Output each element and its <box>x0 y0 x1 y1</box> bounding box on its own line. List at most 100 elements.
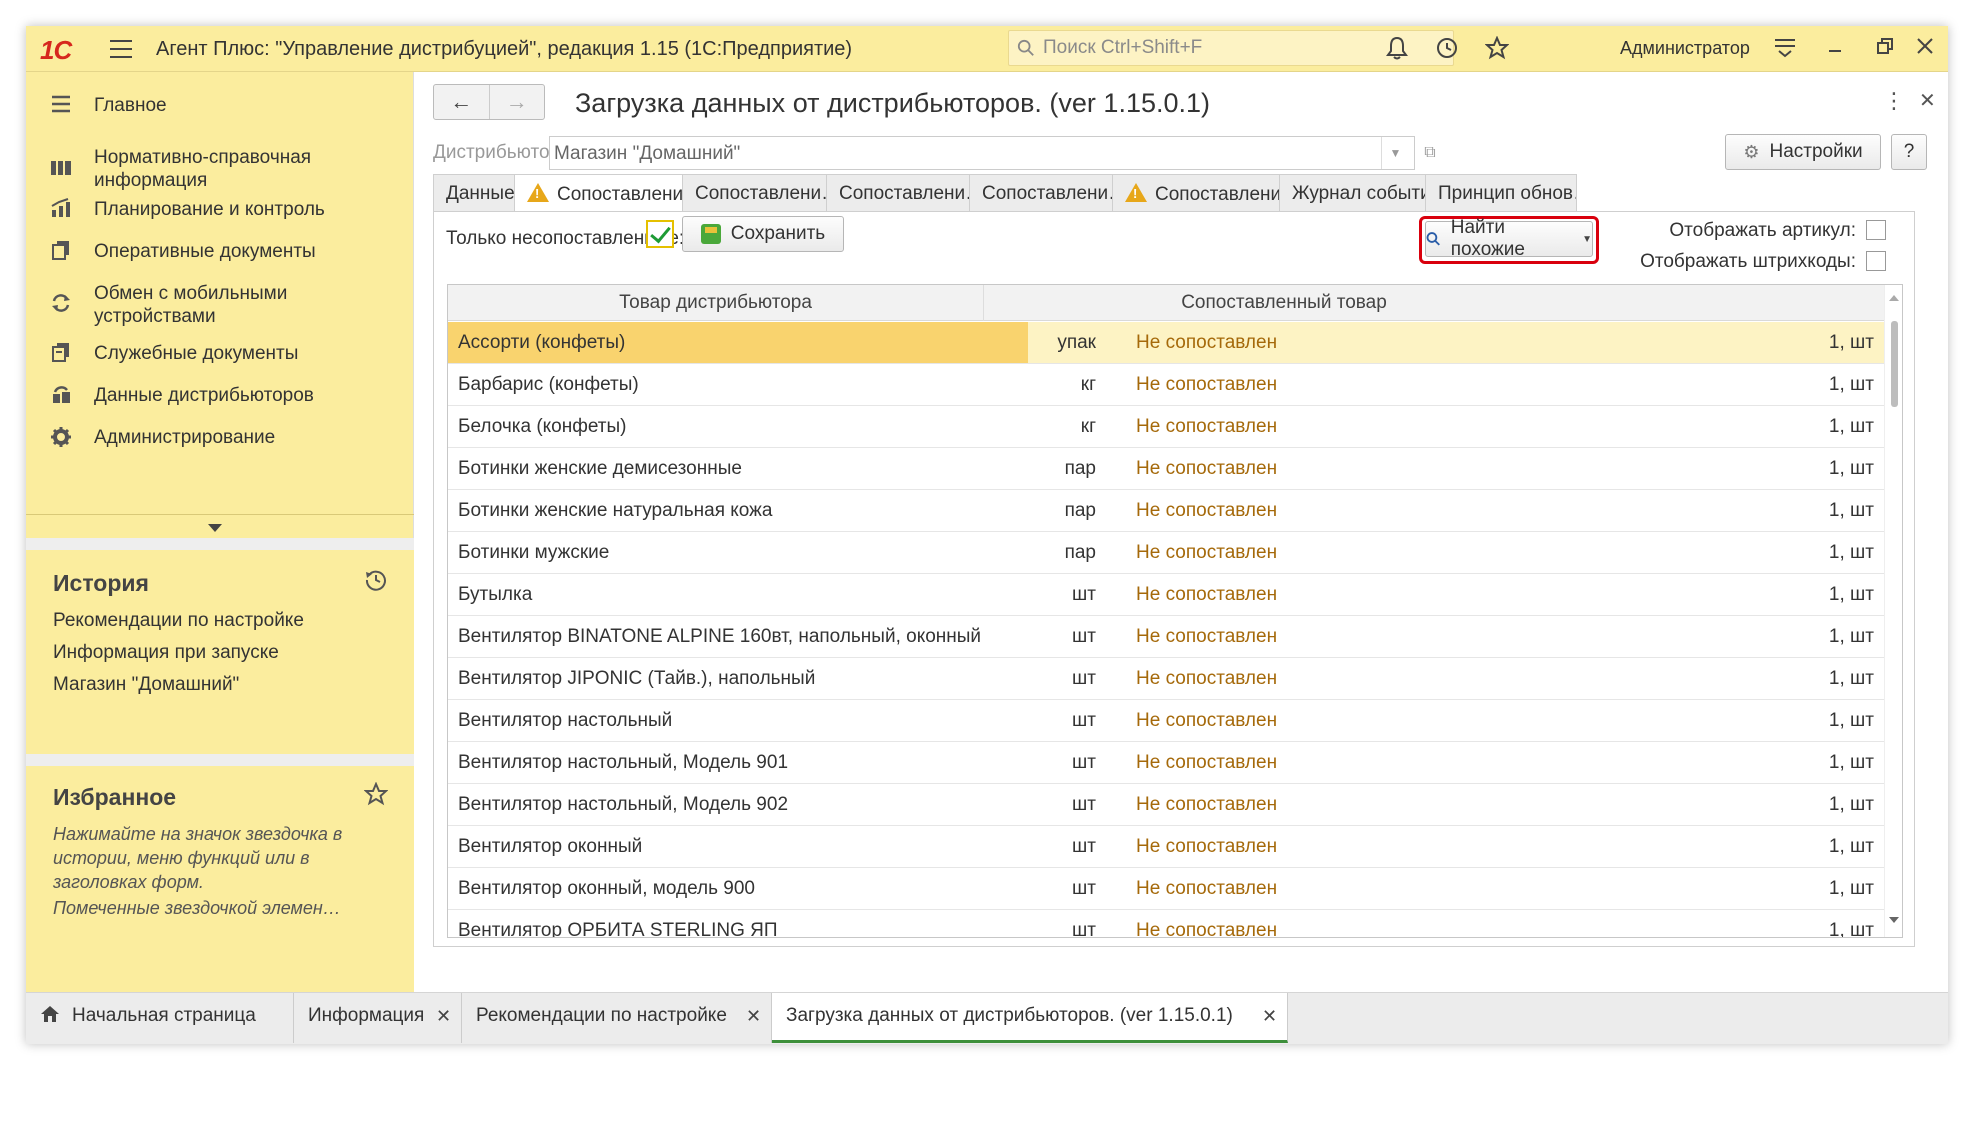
warning-icon <box>527 183 549 202</box>
search-placeholder: Поиск Ctrl+Shift+F <box>1043 37 1203 58</box>
table-row[interactable]: Барбарис (конфеты) кг Не сопоставлен 1, шт <box>448 364 1884 406</box>
chevron-down-icon[interactable] <box>208 524 222 532</box>
settings-menu-icon[interactable] <box>1772 36 1798 62</box>
sidebar-item-label: Оперативные документы <box>94 241 316 262</box>
settings-button[interactable]: ⚙ Настройки <box>1725 134 1881 170</box>
more-vertical-icon[interactable]: ⋮ <box>1883 88 1905 114</box>
tab-matching-4[interactable]: Сопоставлени… <box>969 174 1113 212</box>
star-icon[interactable] <box>363 781 389 812</box>
warning-icon <box>1125 183 1147 202</box>
save-icon <box>700 224 721 244</box>
sidebar-item-label: Данные дистрибьюторов <box>94 385 314 406</box>
form-title: Загрузка данных от дистрибьюторов. (ver … <box>575 88 1211 118</box>
sidebar-item-label: Служебные документы <box>94 343 299 364</box>
menu-lines-icon <box>48 94 74 118</box>
vertical-scrollbar[interactable] <box>1884 285 1902 937</box>
task-information[interactable]: Информация ✕ <box>294 993 462 1043</box>
table-header: Товар дистрибьютора Сопоставленный товар <box>448 285 1884 321</box>
help-button[interactable]: ? <box>1891 134 1927 170</box>
tab-update-principle[interactable]: Принцип обнов… <box>1425 174 1577 212</box>
table-row[interactable]: Вентилятор настольный, Модель 902 шт Не со… <box>448 784 1884 826</box>
history-link[interactable]: Информация при запуске <box>53 642 279 664</box>
show-article-checkbox[interactable] <box>1866 220 1886 240</box>
history-title: История <box>53 570 149 596</box>
save-button[interactable]: Сохранить <box>682 216 844 252</box>
tab-matching-2[interactable]: Сопоставлени… <box>682 174 827 212</box>
task-recommendations[interactable]: Рекомендации по настройке ✕ <box>462 993 772 1043</box>
table-row[interactable]: Ботинки женские демисезонные пар Не сопост… <box>448 448 1884 490</box>
distributor-field[interactable]: Магазин "Домашний" <box>549 136 1415 170</box>
table-row[interactable]: Вентилятор JIPONIC (Тайв.), напольный шт Н… <box>448 658 1884 700</box>
table-row[interactable]: Вентилятор настольный шт Не сопоставлен 1, … <box>448 700 1884 742</box>
history-link[interactable]: Рекомендации по настройке <box>53 610 304 632</box>
form-area: ← → Загрузка данных от дистрибьюторов. (… <box>415 72 1948 992</box>
tab-panel: Только несопоставленные: Сохранить Найти… <box>433 211 1915 947</box>
gear-icon <box>48 426 74 450</box>
tab-matching-5[interactable]: Сопоставлени… <box>1112 174 1280 212</box>
matching-table: Товар дистрибьютора Сопоставленный товар… <box>447 284 1903 938</box>
chevron-down-icon[interactable]: ▼ <box>1381 137 1409 169</box>
tab-matching-3[interactable]: Сопоставлени… <box>826 174 970 212</box>
history-link[interactable]: Магазин "Домашний" <box>53 674 239 696</box>
favorites-panel: Избранное Нажимайте на значок звездочка … <box>26 766 414 992</box>
history-panel: История Рекомендации по настройке Информ… <box>26 550 414 754</box>
scroll-down-icon[interactable] <box>1889 917 1899 923</box>
gear-icon: ⚙ <box>1743 141 1760 162</box>
tab-data[interactable]: Данные <box>433 174 515 212</box>
bell-icon[interactable] <box>1384 36 1410 62</box>
table-row[interactable]: Ботинки мужские пар Не сопоставлен 1, шт <box>448 532 1884 574</box>
column-matched-product[interactable]: Сопоставленный товар <box>984 285 1584 321</box>
sidebar-item-label: Нормативно-справочная информация <box>94 147 312 191</box>
history-icon[interactable] <box>1434 36 1460 62</box>
user-name[interactable]: Администратор <box>1620 38 1750 59</box>
close-icon[interactable]: ✕ <box>1262 993 1277 1039</box>
sidebar-item-label: Обмен с мобильными устройствами <box>94 283 288 327</box>
column-distributor-product[interactable]: Товар дистрибьютора <box>448 285 984 321</box>
tab-event-log[interactable]: Журнал событий <box>1279 174 1426 212</box>
star-icon[interactable] <box>1484 35 1510 62</box>
home-icon <box>40 995 60 1041</box>
close-icon[interactable]: ✕ <box>1919 88 1936 113</box>
close-icon[interactable]: ✕ <box>436 993 451 1039</box>
back-arrow-icon[interactable]: ← <box>434 85 489 119</box>
favorites-hint: Нажимайте на значок звездочка в истории,… <box>53 824 343 892</box>
favorites-title: Избранное <box>53 784 177 810</box>
open-icon[interactable]: ⧉ <box>1419 140 1441 166</box>
table-row[interactable]: Вентилятор ОРБИТА STERLING ЯП шт Не сопост… <box>448 910 1884 937</box>
forward-arrow-icon[interactable]: → <box>488 85 545 119</box>
scroll-thumb[interactable] <box>1891 321 1898 407</box>
table-row[interactable]: Вентилятор BINATONE ALPINE 160вт, наполь… <box>448 616 1884 658</box>
main-menu-icon[interactable] <box>110 40 132 58</box>
minimize-icon[interactable] <box>1822 36 1848 62</box>
restore-icon[interactable] <box>1872 36 1898 62</box>
search-icon <box>1426 232 1440 246</box>
table-row[interactable]: Вентилятор настольный, Модель 901 шт Не со… <box>448 742 1884 784</box>
show-barcodes-checkbox[interactable] <box>1866 251 1886 271</box>
show-article-label: Отображать артикул: <box>1669 220 1856 241</box>
table-row[interactable]: Ботинки женские натуральная кожа пар Не со… <box>448 490 1884 532</box>
table-row[interactable]: Бутылка шт Не сопоставлен 1, шт <box>448 574 1884 616</box>
distributor-label: Дистрибьютор: <box>433 142 566 163</box>
table-row[interactable]: Белочка (конфеты) кг Не сопоставлен 1, шт <box>448 406 1884 448</box>
close-window-icon[interactable] <box>1912 36 1938 62</box>
sync-icon <box>48 292 74 316</box>
table-row[interactable]: Вентилятор оконный, модель 900 шт Не сопос… <box>448 868 1884 910</box>
sidebar-item-label: Главное <box>94 95 167 116</box>
history-icon[interactable] <box>364 568 388 598</box>
task-distributor-upload[interactable]: Загрузка данных от дистрибьюторов. (ver … <box>772 993 1288 1043</box>
divider <box>26 538 414 550</box>
app-window: 1С Агент Плюс: "Управление дистрибуцией"… <box>26 26 1948 1044</box>
1c-logo: 1С <box>40 35 72 65</box>
table-row[interactable]: Вентилятор оконный шт Не сопоставлен 1, шт <box>448 826 1884 868</box>
table-row[interactable]: Ассорти (конфеты) упак Не сопоставлен 1, шт <box>448 322 1884 364</box>
chart-icon <box>48 198 74 222</box>
tab-matching-1[interactable]: Сопоставлени… <box>514 174 683 213</box>
only-unmatched-checkbox[interactable] <box>646 220 674 248</box>
service-docs-icon <box>48 342 74 366</box>
documents-icon <box>48 240 74 264</box>
sidebar-item-label: Планирование и контроль <box>94 199 325 220</box>
close-icon[interactable]: ✕ <box>746 993 761 1039</box>
scroll-up-icon[interactable] <box>1889 295 1899 301</box>
favorites-hint-more: Помеченные звездочкой элемен… <box>53 898 341 918</box>
task-home[interactable]: Начальная страница <box>26 993 294 1043</box>
